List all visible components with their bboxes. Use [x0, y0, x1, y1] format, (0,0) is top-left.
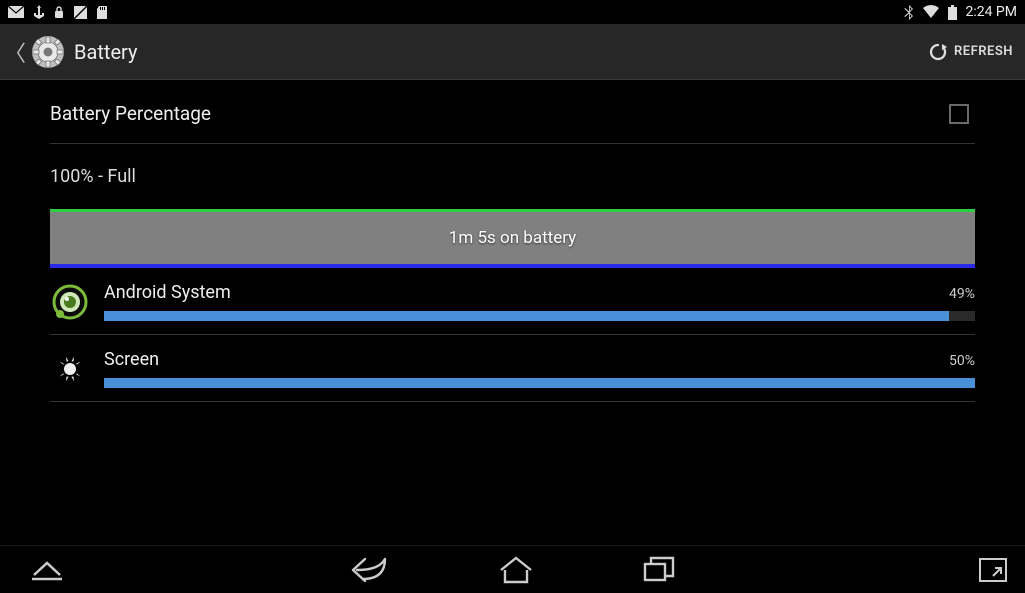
- usage-percent: 49%: [949, 286, 975, 302]
- usage-name: Android System: [104, 282, 231, 303]
- checkbox-battery-percentage[interactable]: [949, 104, 969, 124]
- battery-level-text: 100% - Full: [50, 166, 136, 187]
- settings-gear-icon[interactable]: [28, 32, 68, 72]
- refresh-label: REFRESH: [954, 44, 1013, 59]
- battery-status-icon: [948, 5, 957, 20]
- battery-summary: 100% - Full: [50, 144, 975, 205]
- battery-history-graph[interactable]: 1m 5s on battery: [50, 209, 975, 268]
- nav-recents-button[interactable]: [643, 556, 675, 584]
- usage-bar-fill: [104, 378, 975, 388]
- usage-item[interactable]: Android System 49%: [50, 268, 975, 334]
- pref-title: Battery Percentage: [50, 102, 211, 125]
- sdcard-icon: [97, 6, 107, 19]
- nav-home-button[interactable]: [499, 556, 533, 584]
- graph-caption: 1m 5s on battery: [449, 228, 576, 248]
- bluetooth-icon: [904, 5, 914, 20]
- status-time: 2:24 PM: [965, 4, 1017, 20]
- usage-list: Android System 49% Screen 50%: [50, 268, 975, 402]
- status-bar: 2:24 PM: [0, 0, 1025, 24]
- screenshot-icon: [74, 6, 87, 19]
- usage-percent: 50%: [949, 353, 975, 369]
- refresh-button[interactable]: REFRESH: [928, 42, 1013, 62]
- nav-expand-button[interactable]: [30, 559, 64, 581]
- action-bar: 〈 Battery REFRESH: [0, 24, 1025, 80]
- refresh-icon: [928, 42, 948, 62]
- navigation-bar: [0, 545, 1025, 593]
- divider: [50, 401, 975, 402]
- usage-main: Screen 50%: [104, 349, 975, 388]
- usage-bar-track: [104, 311, 975, 321]
- mail-icon: [8, 6, 24, 18]
- android-system-icon: [50, 282, 90, 322]
- usage-item[interactable]: Screen 50%: [50, 335, 975, 401]
- wifi-icon: [922, 5, 940, 19]
- graph-body: 1m 5s on battery: [50, 212, 975, 264]
- usage-name: Screen: [104, 349, 159, 370]
- nav-back-button[interactable]: [351, 555, 389, 585]
- lock-icon: [54, 6, 64, 19]
- page-title: Battery: [74, 40, 137, 64]
- screen-brightness-icon: [50, 349, 90, 389]
- usb-icon: [34, 5, 44, 19]
- nav-cast-button[interactable]: [979, 558, 1007, 582]
- back-caret-icon[interactable]: 〈: [4, 36, 26, 68]
- usage-bar-track: [104, 378, 975, 388]
- usage-bar-fill: [104, 311, 949, 321]
- content: Battery Percentage 100% - Full 1m 5s on …: [0, 80, 1025, 402]
- usage-main: Android System 49%: [104, 282, 975, 321]
- pref-battery-percentage[interactable]: Battery Percentage: [50, 80, 975, 143]
